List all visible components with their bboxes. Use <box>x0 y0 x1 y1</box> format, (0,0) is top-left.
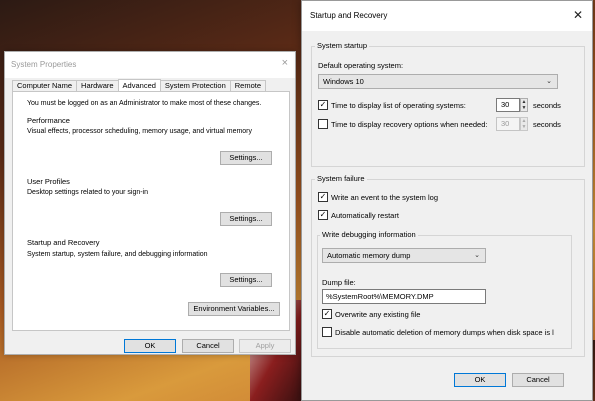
default-os-select[interactable]: Windows 10 ⌄ <box>318 74 558 89</box>
display-list-seconds-input[interactable]: 30 <box>496 98 520 112</box>
display-recovery-checkbox[interactable] <box>318 119 328 129</box>
dump-file-label: Dump file: <box>322 278 356 287</box>
chevron-down-icon: ⌄ <box>546 78 552 85</box>
debug-info-group: Write debugging information Automatic me… <box>317 230 572 349</box>
apply-button[interactable]: Apply <box>239 339 291 353</box>
system-startup-group: System startup Default operating system:… <box>311 41 585 167</box>
title-bar: Startup and Recovery ✕ <box>302 1 592 31</box>
overwrite-checkbox[interactable] <box>322 309 332 319</box>
display-recovery-unit: seconds <box>533 120 561 129</box>
environment-variables-button[interactable]: Environment Variables... <box>188 302 280 316</box>
system-failure-legend: System failure <box>315 174 367 183</box>
admin-note: You must be logged on as an Administrato… <box>27 100 262 107</box>
tab-hardware[interactable]: Hardware <box>76 80 119 91</box>
title-bar: System Properties × <box>5 52 295 78</box>
display-list-checkbox[interactable] <box>318 100 328 110</box>
overwrite-label: Overwrite any existing file <box>335 310 421 319</box>
user-profiles-heading: User Profiles <box>27 177 70 186</box>
dump-type-select[interactable]: Automatic memory dump ⌄ <box>322 248 486 263</box>
user-profiles-description: Desktop settings related to your sign-in <box>27 189 149 196</box>
spin-updown-icon[interactable]: ▲ ▼ <box>520 117 528 131</box>
system-properties-window: System Properties × Computer Name Hardwa… <box>4 51 296 355</box>
tab-bar: Computer Name Hardware Advanced System P… <box>12 79 267 91</box>
startup-recovery-settings-button[interactable]: Settings... <box>220 273 272 287</box>
tab-remote[interactable]: Remote <box>229 80 267 91</box>
dump-type-value: Automatic memory dump <box>327 251 411 260</box>
tab-computer-name[interactable]: Computer Name <box>12 80 78 91</box>
advanced-panel: You must be logged on as an Administrato… <box>12 91 290 331</box>
ok-button[interactable]: OK <box>124 339 176 353</box>
debug-info-legend: Write debugging information <box>320 230 418 239</box>
display-recovery-label: Time to display recovery options when ne… <box>331 120 488 129</box>
startup-recovery-description: System startup, system failure, and debu… <box>27 251 208 258</box>
chevron-down-icon: ⌄ <box>474 252 480 259</box>
display-list-unit: seconds <box>533 101 561 110</box>
cancel-button[interactable]: Cancel <box>512 373 564 387</box>
default-os-value: Windows 10 <box>323 77 364 86</box>
ok-button[interactable]: OK <box>454 373 506 387</box>
system-startup-legend: System startup <box>315 41 370 50</box>
window-title: System Properties <box>11 60 77 69</box>
startup-recovery-window: Startup and Recovery ✕ System startup De… <box>301 0 593 401</box>
dump-file-input[interactable]: %SystemRoot%\MEMORY.DMP <box>322 289 486 304</box>
tab-advanced[interactable]: Advanced <box>117 79 161 91</box>
display-recovery-seconds-input[interactable]: 30 <box>496 117 520 131</box>
user-profiles-settings-button[interactable]: Settings... <box>220 212 272 226</box>
disable-auto-delete-label: Disable automatic deletion of memory dum… <box>335 328 554 337</box>
disable-auto-delete-checkbox[interactable] <box>322 327 332 337</box>
system-failure-group: System failure Write an event to the sys… <box>311 174 585 357</box>
window-title: Startup and Recovery <box>310 11 388 20</box>
write-event-checkbox[interactable] <box>318 192 328 202</box>
auto-restart-label: Automatically restart <box>331 211 399 220</box>
cancel-button[interactable]: Cancel <box>182 339 234 353</box>
tab-system-protection[interactable]: System Protection <box>159 80 231 91</box>
display-list-label: Time to display list of operating system… <box>331 101 466 110</box>
default-os-label: Default operating system: <box>318 61 404 70</box>
performance-description: Visual effects, processor scheduling, me… <box>27 128 253 135</box>
close-icon[interactable]: × <box>282 57 288 69</box>
close-icon[interactable]: ✕ <box>573 8 583 22</box>
spin-updown-icon[interactable]: ▲ ▼ <box>520 98 528 112</box>
performance-heading: Performance <box>27 116 70 125</box>
startup-recovery-heading: Startup and Recovery <box>27 238 100 247</box>
auto-restart-checkbox[interactable] <box>318 210 328 220</box>
write-event-label: Write an event to the system log <box>331 193 438 202</box>
performance-settings-button[interactable]: Settings... <box>220 151 272 165</box>
